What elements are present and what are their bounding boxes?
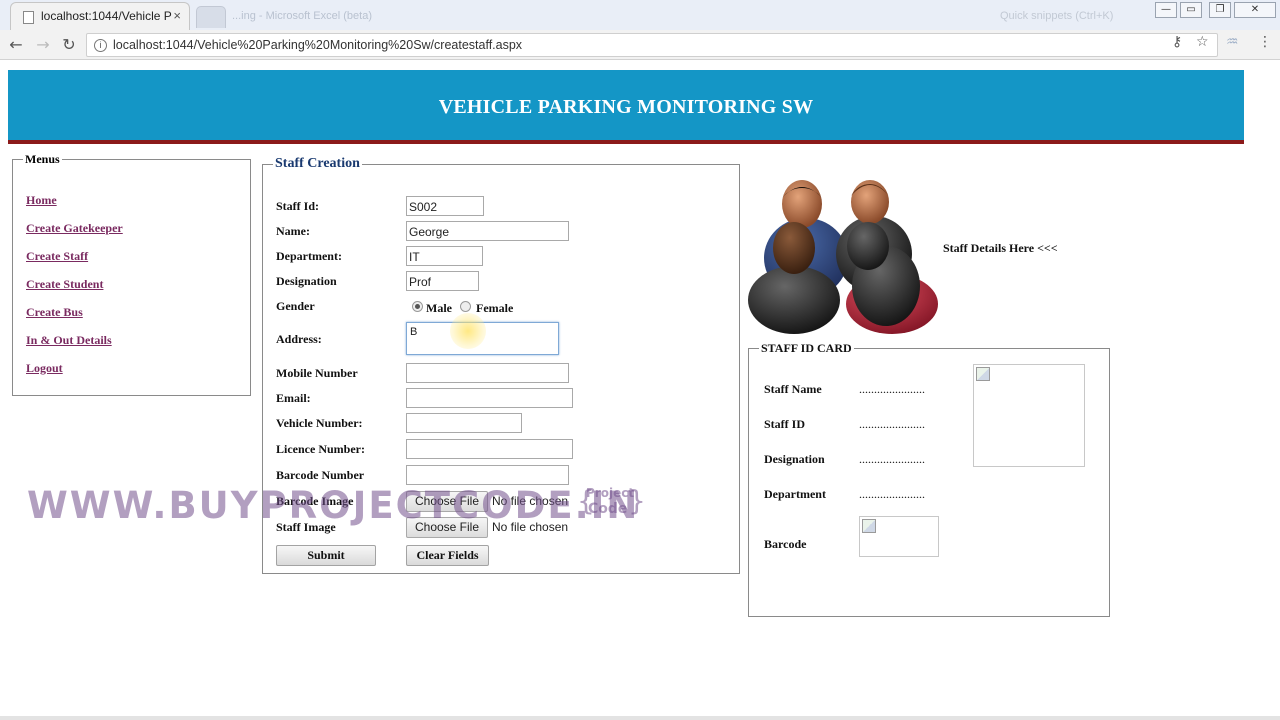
gender-female-radio[interactable] (460, 301, 471, 312)
barcode-number-input[interactable] (406, 465, 569, 485)
clear-fields-button[interactable]: Clear Fields (406, 545, 489, 566)
staff-group-icon (748, 180, 938, 334)
star-icon[interactable]: ☆ (1196, 34, 1209, 50)
staff-id-card-legend: STAFF ID CARD (761, 341, 852, 355)
id-card-staff-name-label: Staff Name (764, 382, 822, 396)
menu-link-create-gatekeeper[interactable]: Create Gatekeeper (26, 221, 123, 236)
gender-label: Gender (276, 299, 315, 313)
browser-tab[interactable]: localhost:1044/Vehicle P × (10, 2, 190, 30)
department-label: Department: (276, 249, 342, 263)
extension-icon[interactable]: ♒ (1226, 34, 1239, 50)
back-icon[interactable]: ← (5, 34, 27, 56)
name-label: Name: (276, 224, 310, 238)
email-label: Email: (276, 391, 311, 405)
id-card-barcode-image (859, 516, 939, 557)
broken-image-icon (976, 367, 990, 381)
info-icon[interactable]: i (94, 39, 107, 52)
menu-link-create-bus[interactable]: Create Bus (26, 305, 83, 320)
mobile-number-label: Mobile Number (276, 366, 358, 380)
id-card-department-label: Department (764, 487, 826, 501)
name-input[interactable]: George (406, 221, 569, 241)
broken-image-icon (862, 519, 876, 533)
staff-creation-legend: Staff Creation (275, 156, 360, 171)
barcode-number-label: Barcode Number (276, 468, 365, 482)
id-card-designation-value: ...................... (859, 452, 925, 466)
menus-panel: Menus Home Create Gatekeeper Create Staf… (12, 152, 251, 396)
background-tab[interactable] (196, 6, 226, 28)
department-input[interactable]: IT (406, 246, 483, 266)
page-title: VEHICLE PARKING MONITORING SW (438, 96, 814, 118)
email-input[interactable] (406, 388, 573, 408)
id-card-staff-id-value: ...................... (859, 417, 925, 431)
licence-number-input[interactable] (406, 439, 573, 459)
designation-label: Designation (276, 274, 337, 288)
staff-details-link[interactable]: Staff Details Here <<< (943, 241, 1058, 256)
minimize-icon[interactable]: — (1155, 2, 1177, 18)
staff-id-label: Staff Id: (276, 199, 320, 213)
menu-link-in-out-details[interactable]: In & Out Details (26, 333, 112, 348)
window-bottom-edge (0, 716, 1280, 720)
page-banner: VEHICLE PARKING MONITORING SW (8, 70, 1244, 144)
staff-id-card-panel: STAFF ID CARD Staff Name ...............… (748, 341, 1110, 617)
vehicle-number-input[interactable] (406, 413, 522, 433)
id-card-staff-id-label: Staff ID (764, 417, 805, 431)
menu-link-create-student[interactable]: Create Student (26, 277, 103, 292)
staff-id-input[interactable]: S002 (406, 196, 484, 216)
submit-button[interactable]: Submit (276, 545, 376, 566)
watermark-badge: { Project Code } (577, 484, 646, 517)
licence-number-label: Licence Number: (276, 442, 365, 456)
close-icon[interactable]: ✕ (1234, 2, 1276, 18)
address-bar[interactable]: i localhost:1044/Vehicle%20Parking%20Mon… (86, 33, 1218, 57)
id-card-staff-name-value: ...................... (859, 382, 925, 396)
key-icon[interactable]: ⚷ (1172, 34, 1182, 50)
watermark-badge-line2: Code (588, 501, 628, 517)
id-card-photo (973, 364, 1085, 467)
menus-legend: Menus (25, 152, 60, 166)
menu-link-logout[interactable]: Logout (26, 361, 63, 376)
id-card-barcode-label: Barcode (764, 537, 807, 551)
menu-icon[interactable]: ⋮ (1258, 34, 1272, 50)
browser-toolbar: ← → ↻ i localhost:1044/Vehicle%20Parking… (0, 30, 1280, 60)
reload-icon[interactable]: ↻ (58, 34, 80, 56)
background-window-text: Quick snippets (Ctrl+K) (1000, 10, 1114, 22)
page-icon (23, 11, 34, 24)
background-tab-title: ...ing - Microsoft Excel (beta) (232, 10, 372, 22)
gender-male-label[interactable]: Male (426, 301, 452, 316)
tab-close-icon[interactable]: × (173, 8, 181, 23)
id-card-designation-label: Designation (764, 452, 825, 466)
watermark-badge-line1: Project (586, 486, 635, 500)
watermark-text: WWW.BUYPROJECTCODE.IN (27, 484, 640, 527)
gender-female-label[interactable]: Female (476, 301, 513, 316)
menu-link-home[interactable]: Home (26, 193, 57, 208)
window-app-icon[interactable]: ▭ (1180, 2, 1202, 18)
forward-icon[interactable]: → (32, 34, 54, 56)
tab-title: localhost:1044/Vehicle P (41, 9, 172, 23)
gender-male-radio[interactable] (412, 301, 423, 312)
id-card-department-value: ...................... (859, 487, 925, 501)
restore-icon[interactable]: ❐ (1209, 2, 1231, 18)
vehicle-number-label: Vehicle Number: (276, 416, 363, 430)
designation-input[interactable]: Prof (406, 271, 479, 291)
cursor-highlight (450, 313, 486, 349)
address-label: Address: (276, 332, 322, 346)
mobile-number-input[interactable] (406, 363, 569, 383)
browser-tabstrip: localhost:1044/Vehicle P × ...ing - Micr… (0, 0, 1280, 30)
menu-link-create-staff[interactable]: Create Staff (26, 249, 88, 264)
url-text: localhost:1044/Vehicle%20Parking%20Monit… (113, 38, 523, 52)
